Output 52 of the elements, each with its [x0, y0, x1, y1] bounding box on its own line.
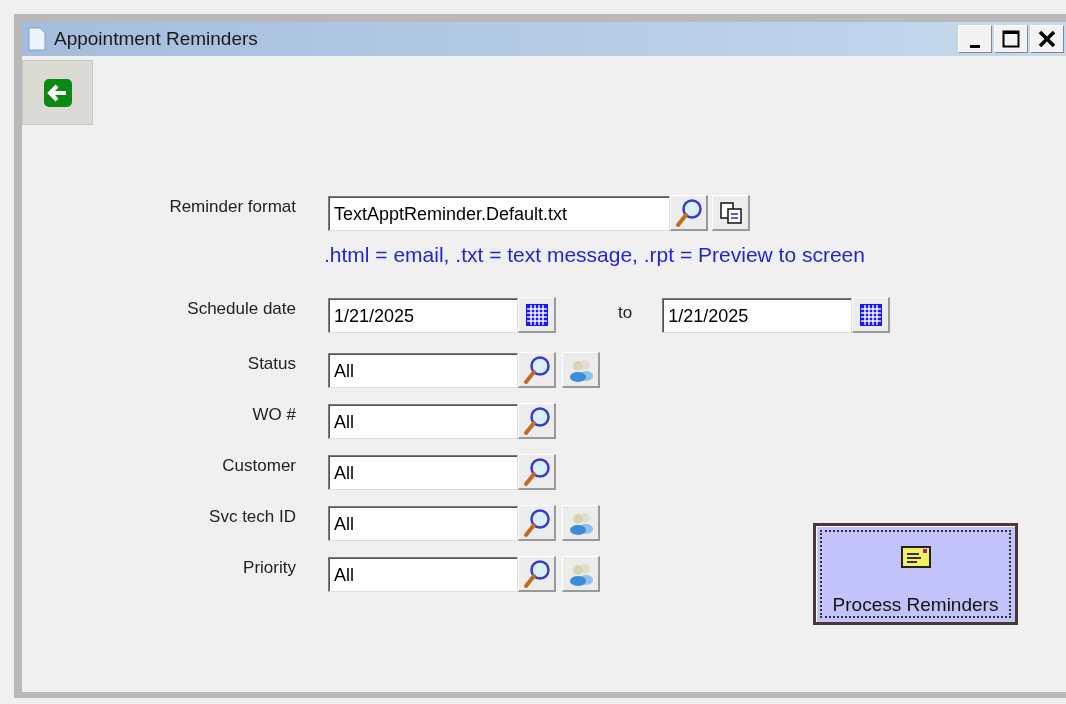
search-icon	[522, 354, 551, 385]
calendar-icon	[858, 302, 883, 327]
field-label: Priority	[243, 557, 296, 579]
maximize-icon	[1002, 30, 1020, 48]
field-label: Customer	[222, 455, 296, 477]
search-icon	[522, 456, 551, 487]
input-field[interactable]: All	[328, 556, 518, 592]
people-button[interactable]	[562, 505, 600, 541]
input-field[interactable]: All	[328, 403, 518, 439]
search-button[interactable]	[670, 195, 708, 231]
minimize-icon	[970, 44, 980, 48]
field-label: Svc tech ID	[209, 506, 296, 528]
range-label: to	[618, 303, 633, 324]
window-title: Appointment Reminders	[54, 28, 259, 50]
calendar-icon	[524, 302, 549, 327]
process-reminders-button[interactable]: Process Reminders	[813, 523, 1018, 625]
people-icon	[567, 357, 594, 382]
people-icon	[567, 561, 594, 586]
minimize-button[interactable]	[958, 25, 992, 53]
close-button[interactable]	[1030, 25, 1064, 53]
search-button[interactable]	[518, 556, 556, 592]
search-button[interactable]	[518, 505, 556, 541]
search-button[interactable]	[518, 454, 556, 490]
input-field[interactable]: All	[328, 352, 518, 388]
field-label: Reminder format	[169, 196, 296, 218]
calendar-button[interactable]	[518, 297, 556, 333]
field-label: Schedule date	[187, 298, 296, 320]
search-button[interactable]	[518, 403, 556, 439]
search-button[interactable]	[518, 352, 556, 388]
people-icon	[567, 510, 594, 535]
search-icon	[522, 507, 551, 538]
people-button[interactable]	[562, 352, 600, 388]
calendar-button[interactable]	[852, 297, 891, 333]
close-icon	[1038, 30, 1056, 48]
document-icon	[28, 27, 46, 51]
search-icon	[522, 558, 551, 589]
field-label: WO #	[252, 404, 296, 426]
search-icon	[674, 197, 703, 228]
input-field[interactable]: All	[328, 505, 518, 541]
copy-icon	[718, 200, 743, 225]
envelope-icon	[900, 546, 931, 568]
input-field[interactable]: TextApptReminder.Default.txt	[328, 195, 670, 231]
search-icon	[522, 405, 551, 436]
input-field[interactable]: All	[328, 454, 518, 490]
maximize-button[interactable]	[994, 25, 1028, 53]
date-field[interactable]: 1/21/2025	[328, 297, 518, 333]
people-button[interactable]	[562, 556, 600, 592]
format-hint: .html = email, .txt = text message, .rpt = Preview to screen	[324, 243, 866, 267]
field-label: Status	[247, 353, 296, 375]
back-button[interactable]	[22, 60, 93, 125]
date-field[interactable]: 1/21/2025	[662, 297, 853, 333]
copy-button[interactable]	[712, 195, 750, 231]
